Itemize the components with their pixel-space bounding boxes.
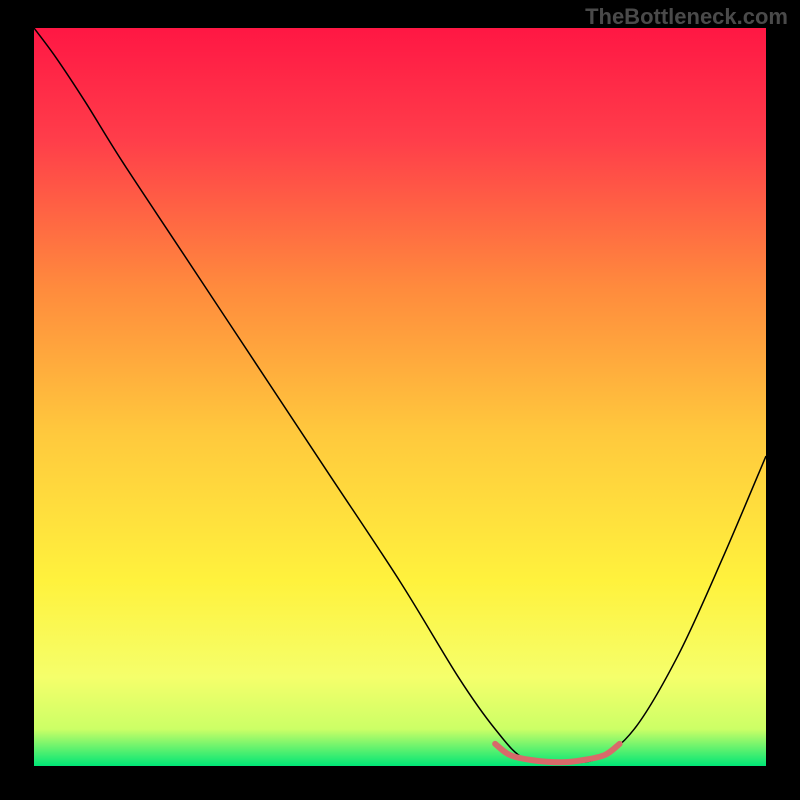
bottleneck-curve: [34, 28, 766, 763]
watermark-text: TheBottleneck.com: [585, 4, 788, 30]
chart-frame: [34, 28, 766, 766]
curves-layer: [34, 28, 766, 766]
optimal-range-marker: [495, 744, 619, 762]
plot-area: [34, 28, 766, 766]
